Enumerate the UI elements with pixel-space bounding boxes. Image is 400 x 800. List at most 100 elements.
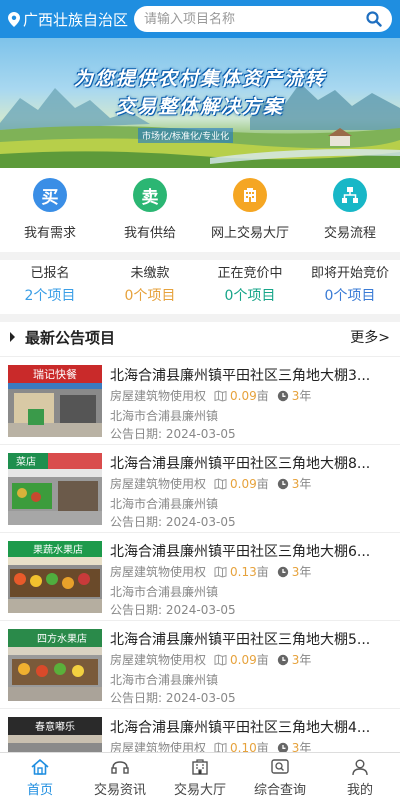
listing-area: 0.09 <box>230 388 257 403</box>
listing-type: 房屋建筑物使用权 <box>110 653 207 667</box>
area-unit: 亩 <box>256 565 269 579</box>
news-icon <box>111 761 129 774</box>
stat-upcoming[interactable]: 即将开始竞价 0个项目 <box>300 262 400 312</box>
stat-unpaid[interactable]: 未缴款 0个项目 <box>100 262 200 312</box>
building-icon <box>233 178 267 212</box>
listing-area: 0.13 <box>230 564 257 579</box>
listing-years: 3 <box>291 652 300 667</box>
listing-meta: 房屋建筑物使用权 0.09 亩 3年 <box>110 651 311 668</box>
announcement-list: 瑞记快餐 北海合浦县廉州镇平田社区三角地大棚3... 房屋建筑物使用权 0.09… <box>0 356 400 796</box>
sell-icon: 卖 <box>133 178 167 212</box>
listing-photo: 菜店 <box>8 453 102 525</box>
shop-sign-text: 菜店 <box>16 455 36 468</box>
listing-photo: 瑞记快餐 <box>8 365 102 437</box>
hall-icon <box>192 759 208 775</box>
area-unit: 亩 <box>256 477 269 491</box>
promo-banner[interactable]: 为您提供农村集体资产流转 交易整体解决方案 市场化/标准化/专业化 <box>0 38 400 168</box>
listing-years: 3 <box>291 564 300 579</box>
listing-photo: 果蔬水果店 <box>8 541 102 613</box>
map-pin-icon <box>8 11 20 27</box>
listing-type: 房屋建筑物使用权 <box>110 477 207 491</box>
nav-home[interactable]: 首页 <box>0 753 80 800</box>
list-item[interactable]: 四方水果店 北海合浦县廉州镇平田社区三角地大棚5... 房屋建筑物使用权 0.0… <box>0 620 400 708</box>
stat-value: 0个项目 <box>124 288 176 304</box>
listing-date: 公告日期: 2024-03-05 <box>110 427 236 441</box>
listing-title[interactable]: 北海合浦县廉州镇平田社区三角地大棚4... <box>110 717 392 737</box>
stat-label: 正在竞价中 <box>217 266 283 281</box>
area-unit: 亩 <box>256 389 269 403</box>
listing-photo: 四方水果店 <box>8 629 102 701</box>
listing-years: 3 <box>291 476 300 491</box>
quick-link-label: 我有供给 <box>123 226 176 241</box>
nav-hall[interactable]: 交易大厅 <box>160 753 240 800</box>
list-item[interactable]: 瑞记快餐 北海合浦县廉州镇平田社区三角地大棚3... 房屋建筑物使用权 0.09… <box>0 356 400 444</box>
shop-sign-text: 春意嘟乐 <box>35 720 75 733</box>
status-summary: 已报名 2个项目 未缴款 0个项目 正在竞价中 0个项目 即将开始竞价 0个项目 <box>0 262 400 312</box>
location-selector[interactable]: 广西壮族自治区 <box>8 9 128 30</box>
listing-address: 北海市合浦县廉州镇 <box>110 585 219 599</box>
nav-news[interactable]: 交易资讯 <box>80 753 160 800</box>
stat-label: 即将开始竞价 <box>310 266 389 281</box>
listing-address: 北海市合浦县廉州镇 <box>110 409 219 423</box>
map-icon <box>214 389 227 402</box>
stat-label: 未缴款 <box>130 266 170 281</box>
home-icon <box>31 759 49 775</box>
listing-area: 0.09 <box>230 476 257 491</box>
quick-link-label: 我有需求 <box>23 226 76 241</box>
stat-registered[interactable]: 已报名 2个项目 <box>0 262 100 312</box>
clock-icon <box>277 654 288 665</box>
quick-link-process[interactable]: 交易流程 <box>300 178 400 250</box>
location-label: 广西壮族自治区 <box>23 10 129 29</box>
map-icon <box>214 477 227 490</box>
nav-mine[interactable]: 我的 <box>320 753 400 800</box>
search-icon[interactable] <box>366 11 382 27</box>
listing-title[interactable]: 北海合浦县廉州镇平田社区三角地大棚5... <box>110 629 392 649</box>
quick-link-trading-hall[interactable]: 网上交易大厅 <box>200 178 300 250</box>
quick-link-supply[interactable]: 卖 我有供给 <box>100 178 200 250</box>
search-input[interactable] <box>144 11 366 27</box>
years-unit: 年 <box>299 565 312 579</box>
listing-area: 0.09 <box>230 652 257 667</box>
map-icon <box>214 653 227 666</box>
banner-subheadline: 交易整体解决方案 <box>115 96 284 118</box>
listing-meta: 房屋建筑物使用权 0.09 亩 3年 <box>110 387 311 404</box>
banner-headline: 为您提供农村集体资产流转 <box>73 68 326 90</box>
list-item[interactable]: 菜店 北海合浦县廉州镇平田社区三角地大棚8... 房屋建筑物使用权 0.09 亩 … <box>0 444 400 532</box>
years-unit: 年 <box>299 389 312 403</box>
section-title: 最新公告项目 <box>25 328 116 347</box>
search-box[interactable] <box>134 6 392 32</box>
nav-label: 交易大厅 <box>173 783 226 798</box>
clock-icon <box>277 478 288 489</box>
stat-label: 已报名 <box>30 266 70 281</box>
listing-title[interactable]: 北海合浦县廉州镇平田社区三角地大棚3... <box>110 365 392 385</box>
divider <box>0 252 400 260</box>
shop-sign-text: 瑞记快餐 <box>33 367 77 381</box>
caret-right-icon <box>10 332 15 342</box>
shop-sign-text: 果蔬水果店 <box>33 543 83 556</box>
map-icon <box>214 565 227 578</box>
quick-link-demand[interactable]: 买 我有需求 <box>0 178 100 250</box>
listing-type: 房屋建筑物使用权 <box>110 389 207 403</box>
sell-glyph: 卖 <box>141 187 159 208</box>
clock-icon <box>277 390 288 401</box>
more-link[interactable]: 更多> <box>350 327 390 347</box>
years-unit: 年 <box>299 477 312 491</box>
list-item[interactable]: 果蔬水果店 北海合浦县廉州镇平田社区三角地大棚6... 房屋建筑物使用权 0.1… <box>0 532 400 620</box>
app-page: 广西壮族自治区 为您提供农村集体资产流转 交易整体解决方案 市场化/标准化/专业… <box>0 0 400 800</box>
listing-address: 北海市合浦县廉州镇 <box>110 497 219 511</box>
listing-title[interactable]: 北海合浦县廉州镇平田社区三角地大棚6... <box>110 541 392 561</box>
stat-value: 2个项目 <box>24 288 76 304</box>
top-bar: 广西壮族自治区 <box>0 0 400 38</box>
years-unit: 年 <box>299 653 312 667</box>
section-header: 最新公告项目 更多> <box>0 325 400 349</box>
clock-icon <box>277 566 288 577</box>
area-unit: 亩 <box>256 653 269 667</box>
listing-type: 房屋建筑物使用权 <box>110 565 207 579</box>
listing-title[interactable]: 北海合浦县廉州镇平田社区三角地大棚8... <box>110 453 392 473</box>
nav-query[interactable]: 综合查询 <box>240 753 320 800</box>
bottom-nav: 首页 交易资讯 交易大厅 综合查询 我的 <box>0 752 400 800</box>
nav-label: 首页 <box>26 783 53 798</box>
query-icon <box>271 759 289 774</box>
quick-link-label: 交易流程 <box>323 226 376 241</box>
stat-bidding[interactable]: 正在竞价中 0个项目 <box>200 262 300 312</box>
